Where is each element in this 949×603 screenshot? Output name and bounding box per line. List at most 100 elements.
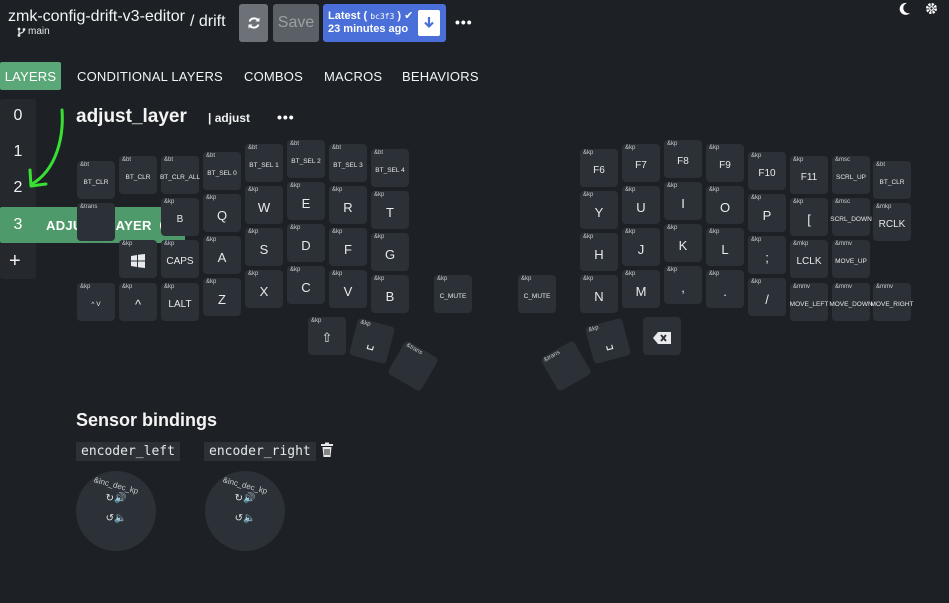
tab-behaviors[interactable]: BEHAVIORS [402,62,479,90]
key[interactable]: &kp W [245,186,283,224]
key[interactable]: &kp[ [790,198,828,236]
key[interactable]: &bt BT_SEL 2 [287,140,325,178]
key[interactable]: &kp G [371,233,409,271]
key[interactable]: &kp I [664,182,702,220]
volume-down-icon[interactable]: ↺🔈 [205,513,285,524]
key[interactable]: &kp Z [203,278,241,316]
download-firmware-icon[interactable] [418,10,440,36]
key[interactable]: &msc SCRL_DOWN [830,198,872,236]
key[interactable]: &kp C_MUTE [518,275,556,313]
key[interactable]: &msc SCRL_UP [832,156,870,194]
key[interactable]: &bt BT_CLR_ALL [159,156,201,194]
key[interactable]: &bt BT_SEL 3 [329,144,367,182]
layer-title[interactable]: adjust_layer [76,106,187,128]
key[interactable]: &kp B [161,198,199,236]
key[interactable]: &mmv MOVE_DOWN [829,283,873,321]
encoder-left-label[interactable]: encoder_left [76,442,180,461]
tab-combos[interactable]: COMBOS [244,62,303,90]
encoder-right-knob[interactable]: &inc_dec_kp ↻🔊 ↺🔈 [205,471,285,551]
key[interactable]: &kp CAPS [161,240,199,278]
add-layer-button[interactable]: + [9,250,21,273]
key[interactable]: &bt BT_CLR [77,161,115,199]
key[interactable]: &kp O [706,186,744,224]
key[interactable]: &bt BT_SEL 0 [203,152,241,190]
encoder-left-knob[interactable]: &inc_dec_kp ↻🔊 ↺🔈 [76,471,156,551]
key[interactable]: &kp H [580,233,618,271]
key[interactable]: &kp X [245,270,283,308]
encoder-right-label[interactable]: encoder_right [204,442,316,461]
tab-layers[interactable]: LAYERS [0,62,61,90]
key[interactable]: &mkp LCLK [790,240,828,278]
key[interactable]: &kp M [622,270,660,308]
dark-mode-icon[interactable] [899,2,911,21]
latest-build-button[interactable]: Latest ( bc3f3 ) ✔ 23 minutes ago [323,4,446,42]
key[interactable]: &bt BT_SEL 4 [371,149,409,187]
key[interactable]: &kp S [245,228,283,266]
layer-label-badge[interactable]: | adjust [208,111,250,125]
volume-up-icon[interactable]: ↻🔊 [76,493,156,504]
key[interactable]: &kp ^ [119,283,157,321]
key[interactable]: &kp D [287,224,325,262]
key[interactable]: &kp Q [203,194,241,232]
key[interactable]: &kp ␣ [348,317,396,365]
key[interactable]: &trans [77,203,115,241]
settings-icon[interactable] [925,2,938,20]
layer-more-icon[interactable]: ••• [277,109,295,125]
key[interactable]: &mmv MOVE_LEFT [790,283,828,321]
key[interactable]: &bt BT_SEL 1 [245,144,283,182]
key[interactable]: &kp B [371,275,409,313]
tab-macros[interactable]: MACROS [324,62,382,90]
key[interactable]: &kp N [580,275,618,313]
key[interactable]: &kp L [706,228,744,266]
key[interactable]: &kp R [329,186,367,224]
key[interactable]: &trans [540,340,592,392]
key[interactable]: &kp Y [580,191,618,229]
key[interactable]: &kp A [203,236,241,274]
key[interactable]: &kp J [622,228,660,266]
key[interactable]: &mmv MOVE_UP [832,240,870,278]
key[interactable]: &kp U [622,186,660,224]
key[interactable] [643,317,681,355]
key[interactable]: &kp ^ V [77,283,115,321]
repo-title[interactable]: zmk-config-drift-v3-editor [8,8,185,26]
key[interactable]: &kp E [287,182,325,220]
key-param: I [681,195,685,211]
key[interactable]: &kp / [748,278,786,316]
key[interactable]: &kp P [748,194,786,232]
key[interactable]: &kp, [664,266,702,304]
key[interactable]: &mmv MOVE_RIGHT [871,283,914,321]
key[interactable]: &kp C [287,266,325,304]
more-menu-icon[interactable]: ••• [455,14,473,30]
key[interactable]: &kp V [329,270,367,308]
key[interactable]: &kp ⇧ [308,317,346,355]
save-button[interactable]: Save [273,4,319,42]
key[interactable]: &mkp RCLK [873,203,911,241]
key-param: F [344,241,352,257]
key[interactable]: &kp F [329,228,367,266]
key[interactable]: &kp LALT [161,283,199,321]
key[interactable]: &kp [119,240,157,278]
branch-indicator[interactable]: main [17,26,50,37]
key[interactable]: &kp. [706,270,744,308]
volume-down-icon[interactable]: ↺🔈 [76,513,156,524]
key[interactable]: &kp F10 [748,152,786,190]
tab-conditional-layers[interactable]: CONDITIONAL LAYERS [77,62,223,90]
key[interactable]: &kp F11 [790,156,828,194]
refresh-button[interactable] [239,4,268,42]
key[interactable]: &kp; [748,236,786,274]
trash-icon[interactable] [320,442,334,463]
key[interactable]: &kp F9 [706,144,744,182]
key[interactable]: &kp F6 [580,149,618,187]
key[interactable]: &bt BT_CLR [873,161,911,199]
key[interactable]: &kp K [664,224,702,262]
volume-up-icon[interactable]: ↻🔊 [205,493,285,504]
key[interactable]: &kp C_MUTE [434,275,472,313]
key[interactable]: &kp F8 [664,140,702,178]
key[interactable]: &kp ␣ [584,317,632,365]
key[interactable]: &kp F7 [622,144,660,182]
key-param: BT_CLR_ALL [159,173,201,181]
key-param: ^ [134,296,142,312]
key[interactable]: &kp T [371,191,409,229]
key[interactable]: &bt BT_CLR [119,156,157,194]
key[interactable]: &trans [387,340,439,392]
